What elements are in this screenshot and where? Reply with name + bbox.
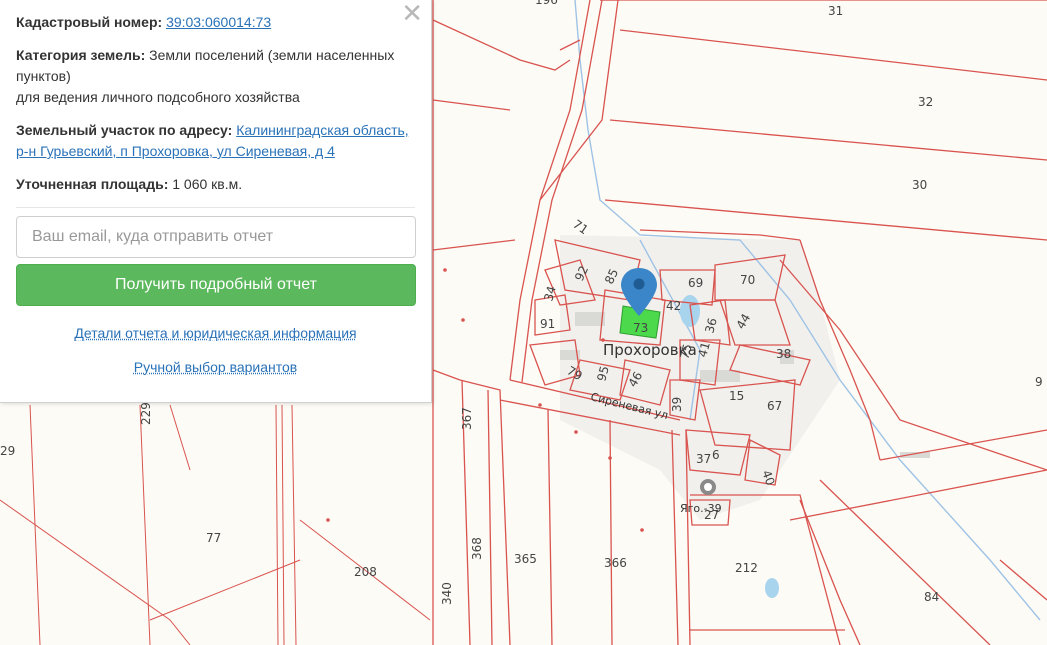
plot-label-340: 340 xyxy=(440,582,454,605)
plot-label-84: 84 xyxy=(924,590,939,604)
area-value: 1 060 кв.м. xyxy=(172,176,243,192)
category-use: для ведения личного подсобного хозяйства xyxy=(16,89,300,105)
plot-label-91: 91 xyxy=(540,317,555,331)
manual-selection-link[interactable]: Ручной выбор вариантов xyxy=(16,359,415,375)
plot-label-196: 196 xyxy=(535,0,558,7)
plot-label-229: 229 xyxy=(139,402,153,425)
cadastral-label: Кадастровый номер: xyxy=(16,14,163,30)
plot-label-15: 15 xyxy=(729,389,744,403)
area-label: Уточненная площадь: xyxy=(16,176,169,192)
plot-label-36: 36 xyxy=(702,316,719,334)
divider xyxy=(16,207,415,208)
plot-label-212: 212 xyxy=(735,561,758,575)
plot-label-30: 30 xyxy=(912,178,927,192)
plot-label-67: 67 xyxy=(767,399,782,413)
plot-label-42: 42 xyxy=(666,299,681,313)
plot-label-38: 38 xyxy=(776,347,791,361)
plot-label-46: 46 xyxy=(625,369,645,389)
address-label: Земельный участок по адресу: xyxy=(16,122,233,138)
plot-label-70: 70 xyxy=(740,273,755,287)
plot-label-208: 208 xyxy=(354,565,377,579)
plot-label-34: 34 xyxy=(541,284,558,302)
plot-label-27: 27 xyxy=(704,508,719,522)
cadastral-number-link[interactable]: 39:03:060014:73 xyxy=(166,14,271,30)
category-label: Категория земель: xyxy=(16,47,146,63)
cadastral-row: Кадастровый номер: 39:03:060014:73 xyxy=(16,12,415,33)
plot-label-39: 39 xyxy=(670,397,684,412)
plot-label-9: 9 xyxy=(1035,375,1043,389)
selected-plot-label: 73 xyxy=(633,321,648,335)
close-icon[interactable]: ✕ xyxy=(401,1,423,27)
plot-label-31: 31 xyxy=(828,4,843,18)
plot-label-44: 44 xyxy=(733,311,753,331)
get-report-button[interactable]: Получить подробный отчет xyxy=(16,264,416,306)
plot-label-6: 6 xyxy=(712,448,720,462)
category-row: Категория земель: Земли поселений (земли… xyxy=(16,45,415,108)
plot-label-77: 77 xyxy=(206,531,221,545)
plot-label-32: 32 xyxy=(918,95,933,109)
info-panel: ✕ Кадастровый номер: 39:03:060014:73 Кат… xyxy=(0,0,432,403)
plot-label-29: 29 xyxy=(0,444,15,458)
email-input[interactable] xyxy=(16,216,416,258)
plot-label-40: 40 xyxy=(759,468,777,487)
plot-label-37: 37 xyxy=(696,452,711,466)
plot-label-69: 69 xyxy=(688,276,703,290)
area-row: Уточненная площадь: 1 060 кв.м. xyxy=(16,174,415,195)
street-label: Сиреневая ул xyxy=(589,390,669,422)
address-row: Земельный участок по адресу: Калининград… xyxy=(16,120,415,162)
plot-label-365: 365 xyxy=(514,552,537,566)
plot-label-368: 368 xyxy=(470,537,484,560)
plot-label-41: 41 xyxy=(695,340,712,358)
plot-label-71: 71 xyxy=(570,217,591,237)
report-details-link[interactable]: Детали отчета и юридическая информация xyxy=(16,325,415,341)
plot-label-95: 95 xyxy=(594,364,611,382)
plot-label-366: 366 xyxy=(604,556,627,570)
plot-label-85: 85 xyxy=(602,267,621,287)
plot-label-79: 79 xyxy=(565,363,585,383)
plot-label-92: 92 xyxy=(572,264,591,284)
plot-label-367: 367 xyxy=(460,407,474,430)
